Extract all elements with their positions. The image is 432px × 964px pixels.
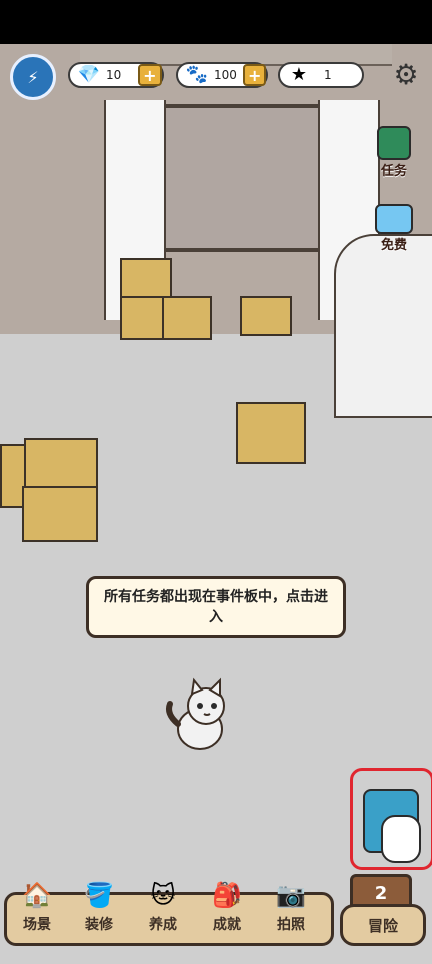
stars-counter: ★ 1 bbox=[278, 62, 364, 88]
star-icon: ★ bbox=[290, 63, 308, 85]
tasks-label: 任务 bbox=[380, 163, 407, 179]
coins-counter: 🐾 100 + bbox=[176, 62, 268, 88]
settings-button[interactable]: ⚙ bbox=[390, 57, 422, 91]
room-scene: 所有任务都出现在事件板中，点击进入 bbox=[0, 44, 432, 964]
gem-pile-icon bbox=[375, 203, 413, 234]
tasks-button[interactable]: 任务 bbox=[366, 124, 422, 180]
open-box bbox=[240, 296, 292, 336]
cardboard-box bbox=[120, 296, 168, 340]
nav-raise-label: 养成 bbox=[149, 917, 177, 933]
house-icon: 🏠 bbox=[22, 881, 52, 909]
task-book-icon bbox=[377, 125, 411, 160]
gems-counter: 💎 10 + bbox=[68, 62, 164, 88]
nav-scene[interactable]: 🏠 场景 bbox=[6, 878, 68, 940]
paw-coin-icon: 🐾 bbox=[185, 63, 209, 85]
status-bar bbox=[0, 0, 432, 44]
camera-icon: 📷 bbox=[276, 881, 306, 909]
paint-bucket-icon: 🪣 bbox=[84, 881, 114, 909]
nav-photo-label: 拍照 bbox=[277, 917, 305, 933]
cat-character[interactable] bbox=[160, 674, 240, 754]
trophy-bag-icon: 🎒 bbox=[212, 881, 242, 909]
event-board-button[interactable] bbox=[350, 768, 432, 870]
cardboard-box bbox=[24, 438, 98, 492]
add-gems-button[interactable]: + bbox=[137, 64, 162, 86]
energy-button[interactable]: ⚡ bbox=[10, 54, 56, 100]
nav-photo[interactable]: 📷 拍照 bbox=[260, 878, 322, 940]
cardboard-box bbox=[162, 296, 212, 340]
dialog-text: 所有任务都出现在事件板中，点击进入 bbox=[104, 589, 328, 625]
add-coins-button[interactable]: + bbox=[243, 64, 266, 86]
nav-achievements-label: 成就 bbox=[213, 917, 241, 933]
window bbox=[140, 104, 348, 252]
stars-value: 1 bbox=[324, 68, 332, 82]
nav-scene-label: 场景 bbox=[23, 917, 51, 933]
cat-face-icon: 🐱 bbox=[150, 881, 176, 909]
tutorial-dialog: 所有任务都出现在事件板中，点击进入 bbox=[86, 576, 346, 638]
nav-achievements[interactable]: 🎒 成就 bbox=[196, 878, 258, 940]
gems-value: 10 bbox=[106, 68, 122, 82]
nav-raise[interactable]: 🐱 养成 bbox=[132, 878, 194, 940]
gear-icon: ⚙ bbox=[393, 57, 419, 91]
free-gems-button[interactable]: 免费 bbox=[366, 200, 422, 256]
lightning-icon: ⚡ bbox=[27, 67, 39, 87]
pointing-hand-icon bbox=[381, 815, 421, 863]
nav-decorate-label: 装修 bbox=[85, 917, 113, 933]
cardboard-box bbox=[22, 486, 98, 542]
adventure-button[interactable]: 2 冒险 bbox=[340, 874, 428, 946]
free-label: 免费 bbox=[380, 237, 407, 253]
covered-furniture bbox=[334, 234, 432, 418]
nav-decorate[interactable]: 🪣 装修 bbox=[68, 878, 130, 940]
open-box bbox=[236, 402, 306, 464]
gem-icon: 💎 bbox=[77, 63, 101, 85]
coins-value: 100 bbox=[214, 68, 237, 82]
adventure-label: 冒险 bbox=[340, 904, 426, 946]
